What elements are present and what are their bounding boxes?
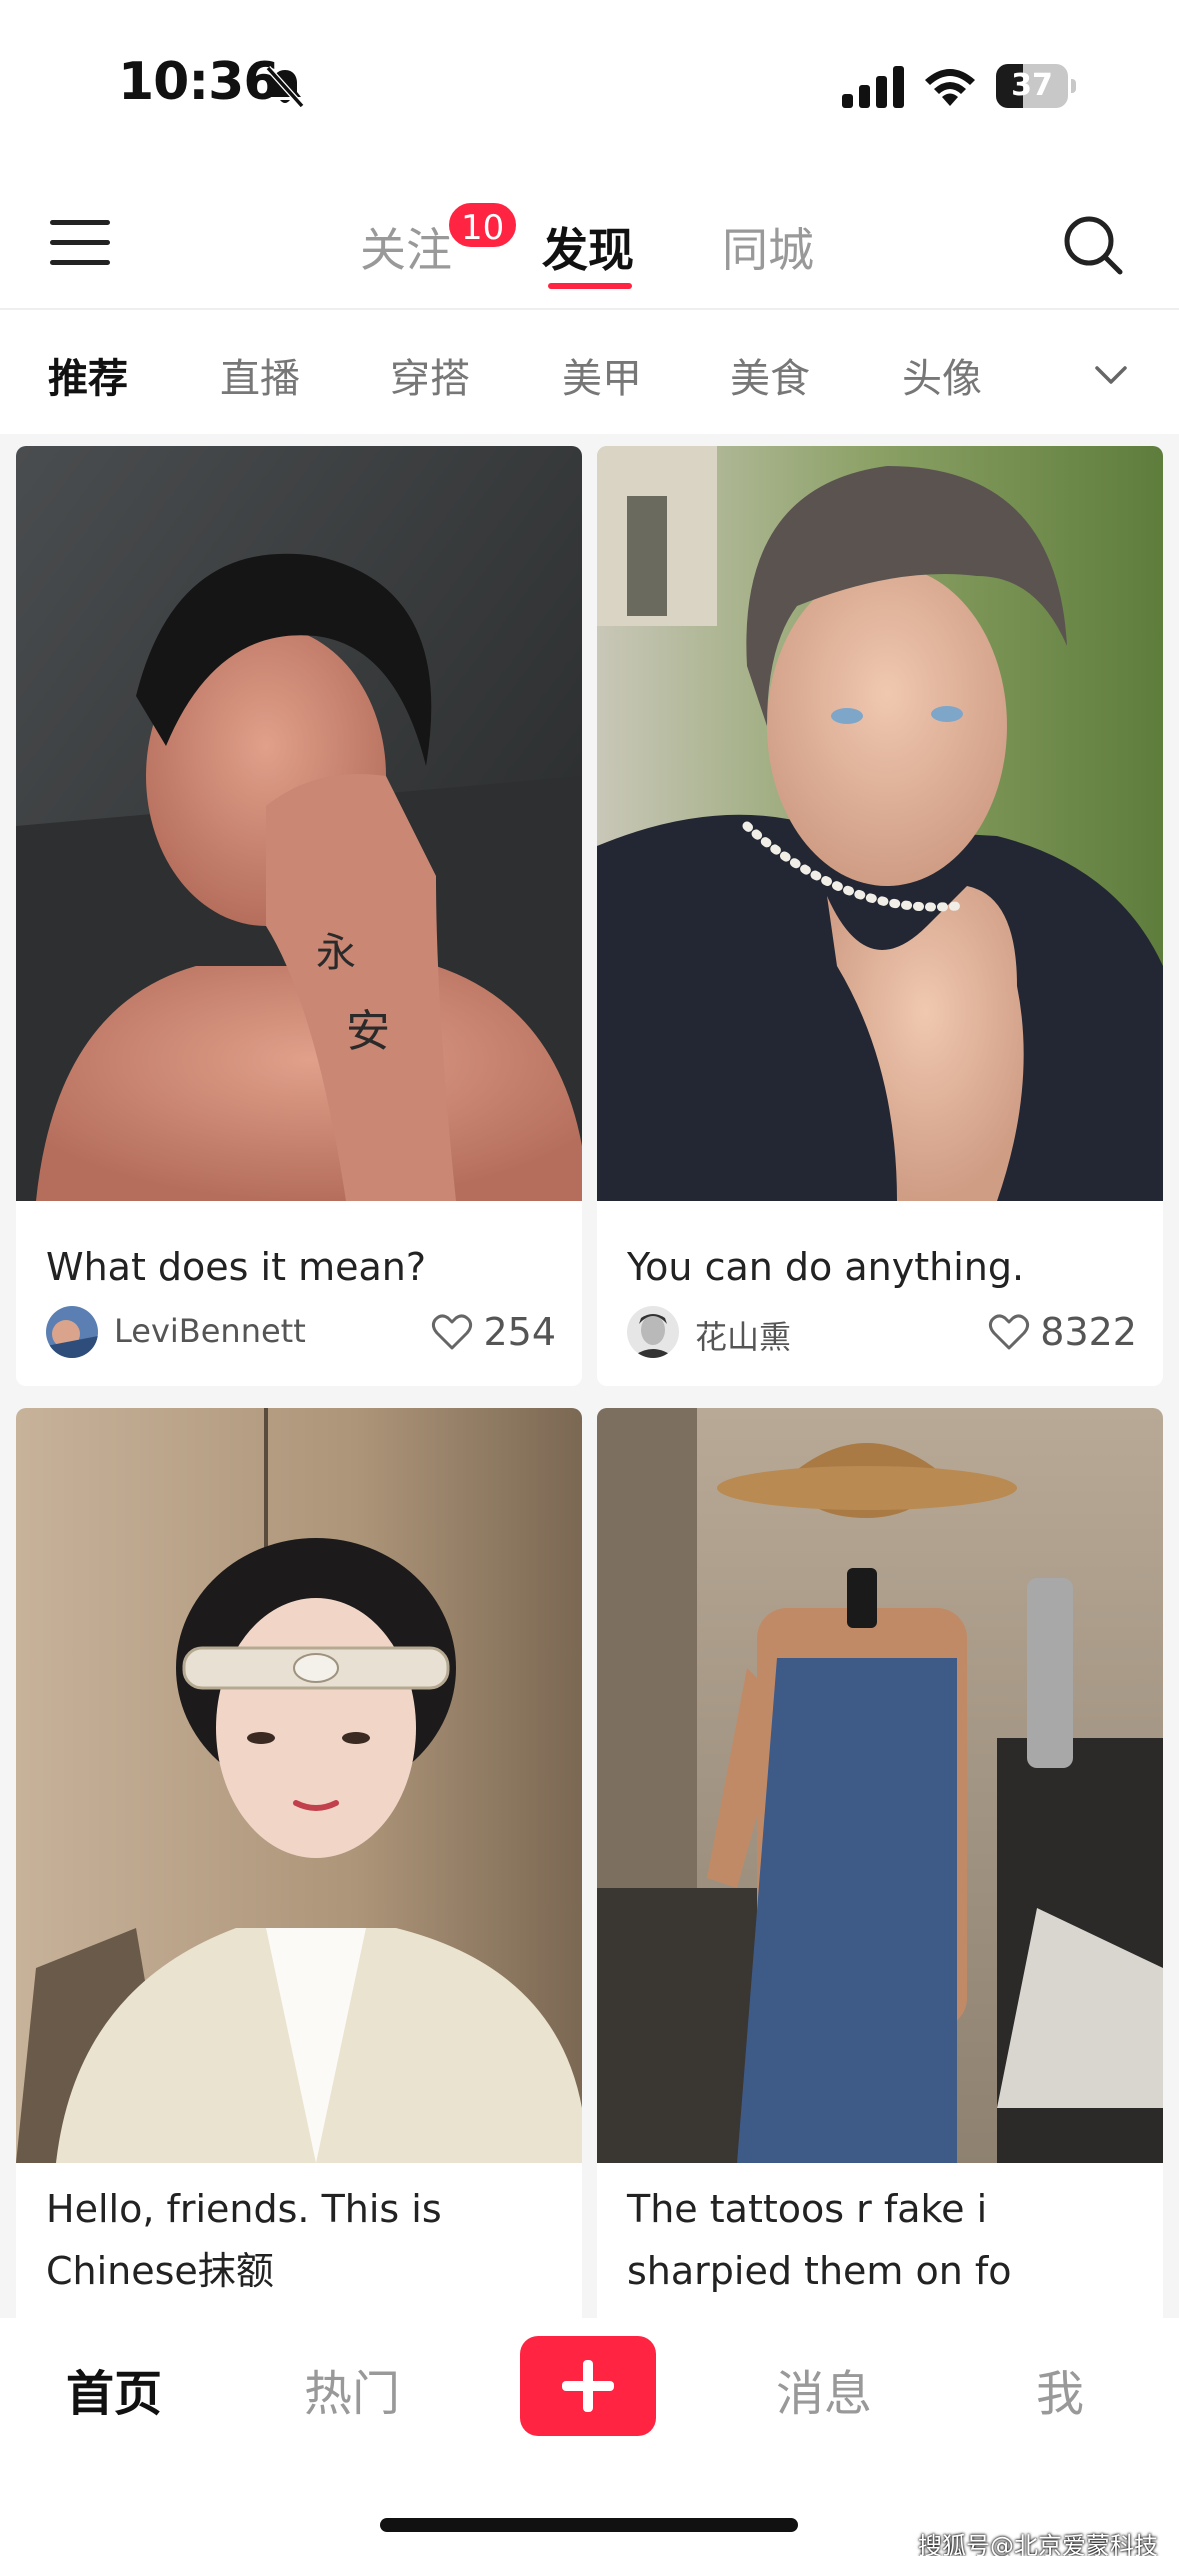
wifi-icon (925, 69, 975, 106)
post-author: 花山熏 8322 (627, 1306, 1137, 1362)
top-nav: 关注 10 发现 同城 (0, 170, 1179, 310)
feed-card[interactable]: You can do anything. 花山熏 8322 (597, 446, 1163, 1386)
avatar[interactable] (627, 1306, 679, 1358)
svg-text:安: 安 (346, 1006, 390, 1057)
chevron-down-icon (1095, 366, 1127, 384)
nav-messages[interactable]: 消息 (776, 2354, 872, 2424)
like-count: 8322 (1040, 1310, 1137, 1354)
post-image[interactable] (597, 1408, 1163, 2163)
nav-hot[interactable]: 热门 (304, 2354, 400, 2424)
menu-icon[interactable] (50, 220, 110, 266)
post-title[interactable]: What does it mean? (46, 1236, 426, 1298)
post-author: LeviBennett 254 (46, 1306, 556, 1362)
post-image[interactable]: 永 安 (16, 446, 582, 1201)
feed: 永 安 What does it mean? LeviBennett 254 Y… (0, 434, 1179, 2318)
bottom-nav: 首页 热门 消息 我 搜狐号@北京爱蒙科技 (0, 2318, 1179, 2556)
tab-nearby[interactable]: 同城 (722, 214, 814, 280)
status-bar: 10:36 37 (0, 0, 1179, 170)
post-title-line[interactable]: The tattoos r fake i (627, 2178, 987, 2240)
signal-icon (842, 66, 904, 108)
like-button[interactable]: 254 (431, 1306, 556, 1358)
heart-icon (989, 1314, 1030, 1350)
active-tab-indicator (548, 283, 632, 289)
category-recommend[interactable]: 推荐 (48, 346, 128, 404)
plus-icon (562, 2360, 614, 2412)
avatar[interactable] (46, 1306, 98, 1358)
notification-badge: 10 (446, 200, 520, 250)
category-outfit[interactable]: 穿搭 (390, 346, 470, 404)
category-live[interactable]: 直播 (220, 346, 300, 404)
svg-text:永: 永 (316, 930, 356, 976)
like-button[interactable]: 8322 (988, 1306, 1137, 1358)
post-image[interactable] (16, 1408, 582, 2163)
category-nails[interactable]: 美甲 (562, 346, 642, 404)
search-icon[interactable] (1062, 214, 1124, 276)
tab-following[interactable]: 关注 (360, 214, 452, 280)
author-name[interactable]: LeviBennett (114, 1312, 306, 1350)
feed-card[interactable]: Hello, friends. This is Chinese抹额 (16, 1408, 582, 2318)
category-more-button[interactable] (1056, 332, 1166, 418)
bell-muted-icon (265, 65, 305, 109)
battery-icon: 37 (996, 64, 1076, 108)
nav-me[interactable]: 我 (1036, 2354, 1084, 2424)
category-food[interactable]: 美食 (730, 346, 810, 404)
post-title-line[interactable]: Chinese抹额 (46, 2240, 274, 2302)
home-indicator[interactable] (380, 2518, 798, 2532)
add-post-button[interactable] (520, 2336, 656, 2436)
battery-percent: 37 (1011, 68, 1053, 103)
author-name[interactable]: 花山熏 (695, 1312, 791, 1358)
like-count: 254 (483, 1310, 556, 1354)
post-image[interactable] (597, 446, 1163, 1201)
heart-icon (432, 1314, 473, 1350)
post-title[interactable]: You can do anything. (627, 1236, 1024, 1298)
feed-card[interactable]: 永 安 What does it mean? LeviBennett 254 (16, 446, 582, 1386)
feed-card[interactable]: The tattoos r fake i sharpied them on fo (597, 1408, 1163, 2318)
watermark: 搜狐号@北京爱蒙科技 (918, 2532, 1158, 2556)
tab-discover[interactable]: 发现 (542, 214, 634, 280)
category-bar: 推荐 直播 穿搭 美甲 美食 头像 (0, 312, 1179, 434)
category-avatar[interactable]: 头像 (902, 346, 982, 404)
post-title-line[interactable]: Hello, friends. This is (46, 2178, 442, 2240)
post-title-line[interactable]: sharpied them on fo (627, 2240, 1012, 2302)
status-time: 10:36 (118, 52, 280, 112)
nav-home[interactable]: 首页 (66, 2354, 162, 2424)
